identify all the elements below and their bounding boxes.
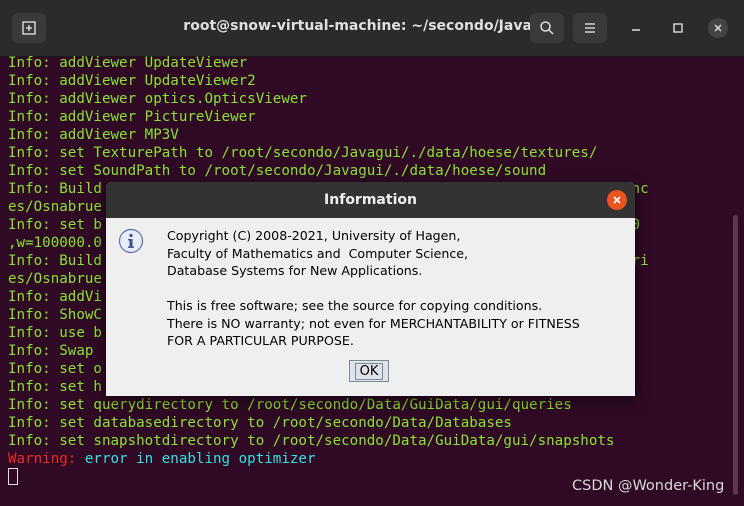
dialog-message: Copyright (C) 2008-2021, University of H… [167, 227, 627, 350]
dialog-message-line: FOR A PARTICULAR PURPOSE. [167, 333, 354, 348]
dialog-message-line: This is free software; see the source fo… [167, 298, 543, 313]
dialog-message-line: Database Systems for New Applications. [167, 263, 423, 278]
close-icon [714, 24, 722, 32]
terminal-line: Info: addViewer PictureViewer [8, 109, 256, 125]
dialog-message-line [167, 280, 627, 298]
dialog-message-line: Copyright (C) 2008-2021, University of H… [167, 228, 461, 243]
terminal-line: Info: set SoundPath to /root/secondo/Jav… [8, 163, 547, 179]
maximize-icon [673, 23, 683, 33]
terminal-line: Info: addViewer MP3V [8, 127, 179, 143]
terminal-line: Info: set TexturePath to /root/secondo/J… [8, 145, 598, 161]
search-button[interactable] [530, 13, 564, 43]
warning-text: error in enabling optimizer [76, 451, 316, 467]
warning-label: Warning: [8, 451, 77, 467]
close-icon [613, 196, 621, 204]
minimize-button[interactable] [622, 13, 650, 43]
dialog-title: Information [324, 192, 417, 208]
menu-button[interactable] [573, 13, 607, 43]
terminal-scrollbar[interactable] [733, 215, 738, 495]
terminal-line: Info: set snapshotdirectory to /root/sec… [8, 433, 615, 449]
search-icon [540, 21, 554, 35]
information-dialog: Information Copyright (C) 2008-2021, Uni… [106, 182, 635, 396]
terminal-line: Info: addViewer UpdateViewer [8, 55, 248, 71]
terminal-warning-line: Warning: error in enabling optimizer [8, 450, 744, 468]
dialog-message-line: Faculty of Mathematics and Computer Scie… [167, 245, 469, 261]
terminal-line: Info: addViewer optics.OpticsViewer [8, 91, 307, 107]
ok-button-label: OK [354, 362, 384, 380]
dialog-message-line: There is NO warranty; not even for MERCH… [167, 315, 580, 331]
info-icon [118, 228, 144, 254]
dialog-close-button[interactable] [607, 190, 627, 210]
hamburger-menu-icon [585, 23, 595, 33]
window-close-button[interactable] [708, 18, 728, 38]
terminal-line: Info: set databasedirectory to /root/sec… [8, 415, 512, 431]
title-bar: root@snow-virtual-machine: ~/secondo/Jav… [0, 0, 744, 57]
text-cursor [8, 468, 18, 485]
ok-button[interactable]: OK [349, 360, 389, 382]
new-tab-icon [22, 21, 36, 35]
minimize-icon [632, 29, 640, 31]
terminal-line: Info: set querydirectory to /root/second… [8, 397, 572, 413]
watermark: CSDN @Wonder-King [572, 478, 725, 494]
dialog-title-bar: Information [106, 182, 635, 218]
terminal-window: root@snow-virtual-machine: ~/secondo/Jav… [0, 0, 744, 506]
maximize-button[interactable] [664, 13, 692, 43]
new-tab-button[interactable] [12, 13, 46, 43]
terminal-line: Info: addViewer UpdateViewer2 [8, 73, 256, 89]
